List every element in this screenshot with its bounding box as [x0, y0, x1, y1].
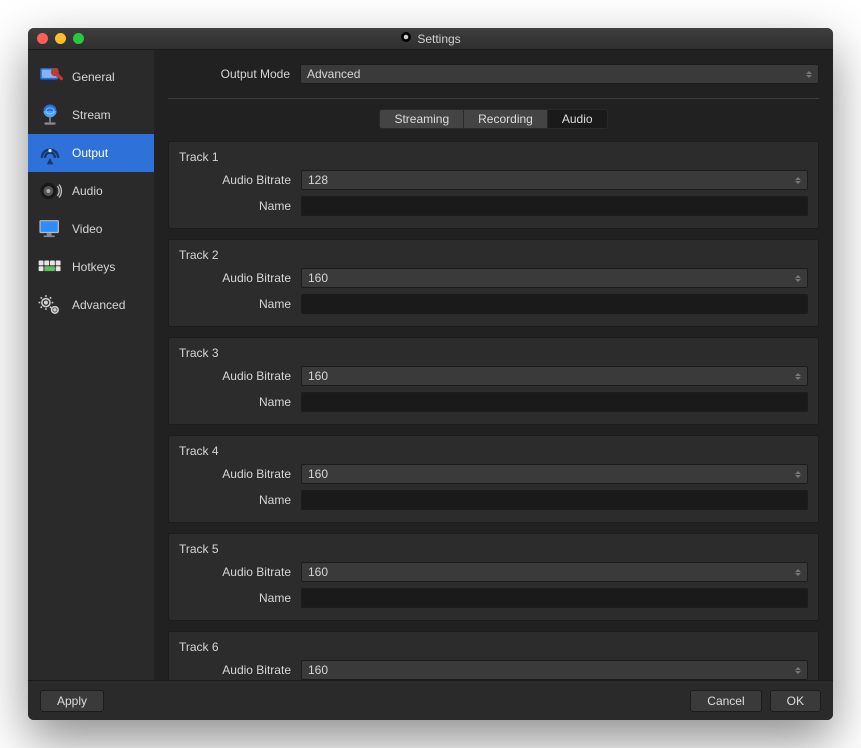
separator — [168, 98, 819, 99]
stepper-icon — [802, 66, 816, 82]
tracks-scroll[interactable]: Track 1 Audio Bitrate 128 Name — [168, 141, 819, 680]
track-4-name-input[interactable] — [301, 490, 808, 510]
main-panel: Output Mode Advanced Streaming Recording… — [154, 50, 833, 680]
wrench-icon — [36, 63, 64, 91]
name-label: Name — [179, 199, 301, 213]
track-3-name-input[interactable] — [301, 392, 808, 412]
speaker-icon — [36, 177, 64, 205]
track-3-bitrate-select[interactable]: 160 — [301, 366, 808, 386]
track-title: Track 1 — [179, 150, 808, 164]
track-title: Track 3 — [179, 346, 808, 360]
output-tabbar: Streaming Recording Audio — [168, 109, 819, 129]
track-title: Track 6 — [179, 640, 808, 654]
output-mode-value: Advanced — [307, 67, 360, 81]
bitrate-label: Audio Bitrate — [179, 565, 301, 579]
sidebar-item-stream[interactable]: Stream — [28, 96, 154, 134]
sidebar-item-audio[interactable]: Audio — [28, 172, 154, 210]
name-label: Name — [179, 591, 301, 605]
track-title: Track 5 — [179, 542, 808, 556]
window-title: Settings — [417, 32, 460, 46]
sidebar-item-label: Hotkeys — [72, 260, 115, 274]
monitor-icon — [36, 215, 64, 243]
bitrate-label: Audio Bitrate — [179, 271, 301, 285]
stepper-icon — [791, 172, 805, 188]
bitrate-label: Audio Bitrate — [179, 369, 301, 383]
settings-window: Settings General — [28, 28, 833, 720]
minimize-window-button[interactable] — [55, 33, 66, 44]
track-title: Track 4 — [179, 444, 808, 458]
track-title: Track 2 — [179, 248, 808, 262]
stepper-icon — [791, 270, 805, 286]
cancel-button[interactable]: Cancel — [690, 690, 761, 712]
sidebar-item-label: General — [72, 70, 115, 84]
sidebar-item-label: Video — [72, 222, 102, 236]
track-6-bitrate-select[interactable]: 160 — [301, 660, 808, 680]
zoom-window-button[interactable] — [73, 33, 84, 44]
track-5-bitrate-select[interactable]: 160 — [301, 562, 808, 582]
name-label: Name — [179, 297, 301, 311]
track-6-group: Track 6 Audio Bitrate 160 Name — [168, 631, 819, 680]
name-label: Name — [179, 395, 301, 409]
tab-streaming[interactable]: Streaming — [379, 109, 464, 129]
sidebar-item-output[interactable]: Output — [28, 134, 154, 172]
keyboard-icon — [36, 253, 64, 281]
output-mode-select[interactable]: Advanced — [300, 64, 819, 84]
broadcast-icon — [36, 139, 64, 167]
sidebar-item-video[interactable]: Video — [28, 210, 154, 248]
track-3-group: Track 3 Audio Bitrate 160 Name — [168, 337, 819, 425]
tab-recording[interactable]: Recording — [464, 109, 548, 129]
name-label: Name — [179, 493, 301, 507]
track-2-group: Track 2 Audio Bitrate 160 Name — [168, 239, 819, 327]
sidebar-item-label: Audio — [72, 184, 103, 198]
gears-icon — [36, 291, 64, 319]
ok-button[interactable]: OK — [770, 690, 821, 712]
footer: Apply Cancel OK — [28, 680, 833, 720]
track-5-group: Track 5 Audio Bitrate 160 Name — [168, 533, 819, 621]
sidebar-item-general[interactable]: General — [28, 58, 154, 96]
stepper-icon — [791, 564, 805, 580]
track-2-name-input[interactable] — [301, 294, 808, 314]
tab-audio[interactable]: Audio — [548, 109, 608, 129]
track-1-group: Track 1 Audio Bitrate 128 Name — [168, 141, 819, 229]
output-mode-label: Output Mode — [168, 67, 300, 81]
bitrate-label: Audio Bitrate — [179, 467, 301, 481]
app-icon — [400, 31, 412, 46]
track-2-bitrate-select[interactable]: 160 — [301, 268, 808, 288]
bitrate-label: Audio Bitrate — [179, 173, 301, 187]
titlebar: Settings — [28, 28, 833, 50]
close-window-button[interactable] — [37, 33, 48, 44]
sidebar-item-label: Advanced — [72, 298, 125, 312]
track-4-group: Track 4 Audio Bitrate 160 Name — [168, 435, 819, 523]
track-4-bitrate-select[interactable]: 160 — [301, 464, 808, 484]
sidebar-item-advanced[interactable]: Advanced — [28, 286, 154, 324]
sidebar-item-hotkeys[interactable]: Hotkeys — [28, 248, 154, 286]
window-controls — [28, 33, 84, 44]
track-1-bitrate-select[interactable]: 128 — [301, 170, 808, 190]
stepper-icon — [791, 466, 805, 482]
stepper-icon — [791, 662, 805, 678]
sidebar-item-label: Stream — [72, 108, 111, 122]
stepper-icon — [791, 368, 805, 384]
apply-button[interactable]: Apply — [40, 690, 104, 712]
settings-sidebar: General Stream — [28, 50, 154, 680]
track-5-name-input[interactable] — [301, 588, 808, 608]
track-1-name-input[interactable] — [301, 196, 808, 216]
globe-icon — [36, 101, 64, 129]
sidebar-item-label: Output — [72, 146, 108, 160]
bitrate-label: Audio Bitrate — [179, 663, 301, 677]
